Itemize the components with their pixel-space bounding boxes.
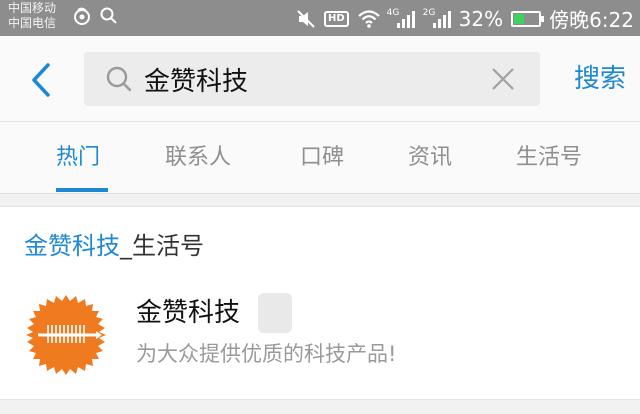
clear-icon[interactable]: [490, 66, 516, 92]
search-icon: [106, 66, 132, 92]
search-header: 搜索: [0, 36, 640, 122]
hd-badge: HD: [323, 10, 349, 27]
section-title: 金赞科技_生活号: [24, 231, 204, 261]
section-title-highlight: 金赞科技: [24, 232, 120, 260]
result-item[interactable]: 金赞科技 为大众提供优质的科技产品!: [0, 285, 640, 385]
result-description: 为大众提供优质的科技产品!: [136, 342, 397, 366]
network-type-2: 2G: [422, 7, 436, 18]
category-tabs: 热门 联系人 口碑 资讯 生活号: [0, 122, 640, 194]
tab-reviews[interactable]: 口碑: [300, 144, 344, 172]
carrier-label-2: 中国电信: [8, 16, 57, 30]
result-name: 金赞科技: [136, 298, 241, 328]
search-notification-icon: [100, 7, 117, 24]
battery-icon: [511, 10, 545, 27]
tab-contacts[interactable]: 联系人: [165, 144, 231, 172]
status-right-icons: HD 4G 2G 32% 傍晚6:22: [296, 4, 634, 33]
mute-icon: [297, 9, 315, 28]
search-box[interactable]: [84, 52, 540, 106]
tab-life-account[interactable]: 生活号: [516, 144, 582, 172]
company-logo-icon: [26, 295, 106, 375]
tab-news[interactable]: 资讯: [408, 144, 452, 172]
results-card: 金赞科技_生活号 金赞科技 为大众提供优质的科技产品!: [0, 206, 640, 400]
clock: 傍晚6:22: [549, 8, 634, 32]
section-title-suffix: _生活号: [120, 232, 204, 260]
battery-percent: 32%: [458, 6, 504, 31]
signal-icon-2: 2G: [423, 8, 451, 28]
search-button[interactable]: 搜索: [574, 62, 626, 96]
status-left-icons: [72, 6, 118, 26]
status-bar: 中国移动 中国电信 HD 4G 2G 32% 傍晚6:22: [0, 0, 640, 36]
search-input[interactable]: [144, 61, 464, 97]
network-type-1: 4G: [386, 7, 400, 18]
back-arrow-icon[interactable]: [28, 62, 58, 98]
active-tab-indicator: [56, 188, 108, 192]
carrier-label-1: 中国移动: [8, 1, 57, 15]
carrier-info: 中国移动 中国电信: [8, 1, 56, 31]
app-notification-icon: [74, 7, 90, 25]
signal-icon-1: 4G: [387, 8, 415, 28]
tab-hot[interactable]: 热门: [56, 144, 100, 172]
wifi-icon: [357, 9, 380, 28]
verified-badge: [258, 293, 292, 333]
